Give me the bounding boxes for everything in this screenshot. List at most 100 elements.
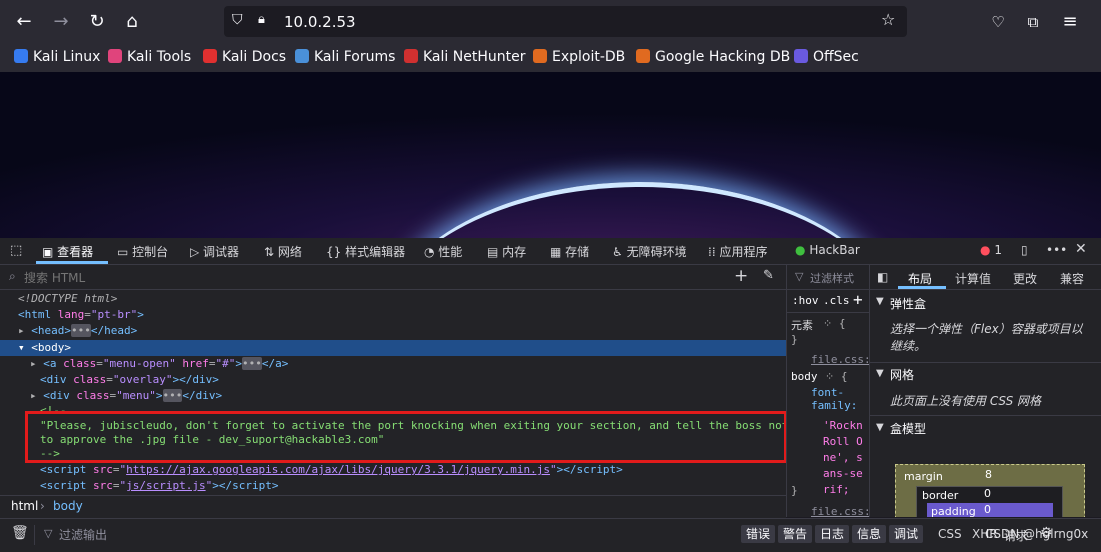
watermark: CSDN @hglrng0x [985,527,1089,541]
box-model-section-title[interactable]: 盒模型 [890,420,926,437]
tab-application[interactable]: ⁞⁞ 应用程序 [708,243,767,260]
font-family-value[interactable]: 'RocknRoll One', sans-serif; [823,418,867,498]
search-html-input[interactable] [22,268,706,287]
rule-close-brace-2: } [791,484,798,497]
element-picker-icon[interactable]: ⬚ [10,243,22,258]
overlay-div-node[interactable]: <div class="overlay"></div> [40,373,219,386]
divider [870,362,1101,363]
add-rule-icon[interactable]: + [853,290,863,309]
margin-value[interactable]: 8 [985,468,992,481]
tab-debugger[interactable]: ▷ 调试器 [190,243,239,260]
tab-layout[interactable]: 布局 [908,270,932,287]
filter-styles-input[interactable]: 过滤样式 [810,270,854,286]
trash-icon[interactable]: 🗑︎ [11,525,29,541]
tab-changes[interactable]: 更改 [1013,270,1037,287]
element-rule-brace: ⁘ { [823,317,846,330]
bookmark-kali-docs[interactable]: Kali Docs [203,49,286,65]
bookmark-kali-tools[interactable]: Kali Tools [108,49,191,65]
class-toggle[interactable]: .cls [823,294,850,307]
pocket-icon[interactable]: ♡ [986,10,1010,34]
menu-open-link-node[interactable]: ▸ <a class="menu-open" href="#">•••</a> [30,357,288,370]
bookmarks-bar: Kali Linux Kali Tools Kali Docs Kali For… [0,44,1101,72]
jquery-script-node[interactable]: <script src="https://ajax.googleapis.com… [40,463,623,476]
tab-storage[interactable]: ▦ 存储 [550,243,589,260]
eyedropper-icon[interactable]: ✎ [763,268,774,283]
sidebar-toggle-icon[interactable]: ◧ [877,270,888,284]
bookmark-google-hacking-db[interactable]: Google Hacking DB [636,49,790,65]
back-icon[interactable]: ← [12,10,36,34]
file-link-2[interactable]: file.css: [811,505,870,517]
menu-icon[interactable]: ≡ [1058,10,1082,34]
grid-hint: 此页面上没有使用 CSS 网格 [890,394,1042,408]
dock-icon[interactable]: ▯ [1021,243,1028,257]
highlight-box [25,411,786,463]
level-warnings-button[interactable]: 警告 [778,525,813,543]
rule-close-brace: } [791,333,798,346]
neon-arc-image [380,182,900,238]
body-node[interactable]: ▾ <body> [18,341,71,354]
error-badge[interactable]: ● 1 [980,243,1002,257]
border-value[interactable]: 0 [984,487,991,500]
level-logs-button[interactable]: 日志 [815,525,850,543]
menu-div-node[interactable]: ▸ <div class="menu">•••</div> [30,389,222,402]
filter-output-input[interactable]: 过滤输出 [59,526,107,543]
grid-section-title[interactable]: 网格 [890,366,914,383]
lock-icon[interactable]: 🔒︎ [258,12,265,27]
layout-tab-indicator [898,286,946,289]
markup-panel: <!DOCTYPE html> <html lang="pt-br"> ▸ <h… [0,290,786,495]
box-model-expand-icon[interactable]: ▼ [876,422,884,433]
tab-performance[interactable]: ◔ 性能 [424,243,462,260]
level-info-button[interactable]: 信息 [852,525,887,543]
flexbox-hint: 选择一个弹性（Flex）容器或项目以继续。 [890,322,1083,353]
box-model-border[interactable]: border 0 padding 0 [916,486,1063,517]
level-errors-button[interactable]: 错误 [741,525,776,543]
bookmark-star-icon[interactable]: ☆ [881,10,895,29]
script-js-node[interactable]: <script src="js/script.js"></script> [40,479,278,492]
breadcrumb-body[interactable]: body [53,499,83,513]
close-icon[interactable]: ✕ [1075,241,1087,257]
font-family-prop[interactable]: font-family: [811,386,870,412]
active-tab-indicator [36,261,108,264]
tab-accessibility[interactable]: ♿︎ 无障碍环境 [612,243,687,260]
tab-network[interactable]: ⇅ 网络 [264,243,302,260]
html-node[interactable]: <html lang="pt-br"> [18,308,144,321]
bookmark-offsec[interactable]: OffSec [794,49,859,65]
box-model-margin[interactable]: margin 8 border 0 padding 0 [895,464,1085,517]
shield-icon[interactable]: ⛉ [232,12,243,28]
body-selector[interactable]: body [791,370,818,383]
bookmark-kali-forums[interactable]: Kali Forums [295,49,395,65]
extensions-icon[interactable]: ⧉ [1021,10,1045,34]
box-model-padding[interactable]: padding 0 [927,503,1053,517]
bookmark-kali-linux[interactable]: Kali Linux [14,49,100,65]
breadcrumb-html[interactable]: html [11,499,38,513]
tab-compat[interactable]: 兼容 [1060,270,1084,287]
tab-inspector[interactable]: ▣ 查看器 [42,243,93,260]
add-node-icon[interactable]: + [734,266,748,286]
tab-computed[interactable]: 计算值 [955,270,991,287]
hover-toggle[interactable]: :hov [792,294,819,307]
bookmark-exploit-db[interactable]: Exploit-DB [533,49,625,65]
tab-memory[interactable]: ▤ 内存 [487,243,526,260]
devtools-toolbar: ⬚ ▣ 查看器 ▭ 控制台 ▷ 调试器 ⇅ 网络 {} 样式编辑器 ◔ 性能 ▤… [0,238,1101,265]
bookmark-kali-nethunter[interactable]: Kali NetHunter [404,49,525,65]
markup-search-row: ⌕ + ✎ [0,265,786,290]
more-icon[interactable]: ••• [1046,243,1067,257]
url-text[interactable]: 10.0.2.53 [284,13,356,31]
flexbox-section-title[interactable]: 弹性盒 [890,295,926,312]
flex-expand-icon[interactable]: ▼ [876,296,884,307]
file-link[interactable]: file.css: [811,353,870,366]
url-bar[interactable]: ⛉ 🔒︎ 10.0.2.53 ☆ [224,6,907,37]
forward-icon[interactable]: → [49,10,73,34]
tab-style-editor[interactable]: {} 样式编辑器 [326,243,405,260]
padding-value[interactable]: 0 [984,503,991,516]
filter-icon-2: ▽ [44,527,53,540]
tab-hackbar[interactable]: ● HackBar [795,243,860,257]
doctype-line[interactable]: <!DOCTYPE html> [18,292,117,305]
head-node[interactable]: ▸ <head>•••</head> [18,324,137,337]
home-icon[interactable]: ⌂ [120,10,144,34]
css-filter-button[interactable]: CSS [938,527,962,541]
tab-console[interactable]: ▭ 控制台 [117,243,168,260]
level-debug-button[interactable]: 调试 [889,525,924,543]
reload-icon[interactable]: ↻ [85,10,109,34]
grid-expand-icon[interactable]: ▼ [876,368,884,379]
